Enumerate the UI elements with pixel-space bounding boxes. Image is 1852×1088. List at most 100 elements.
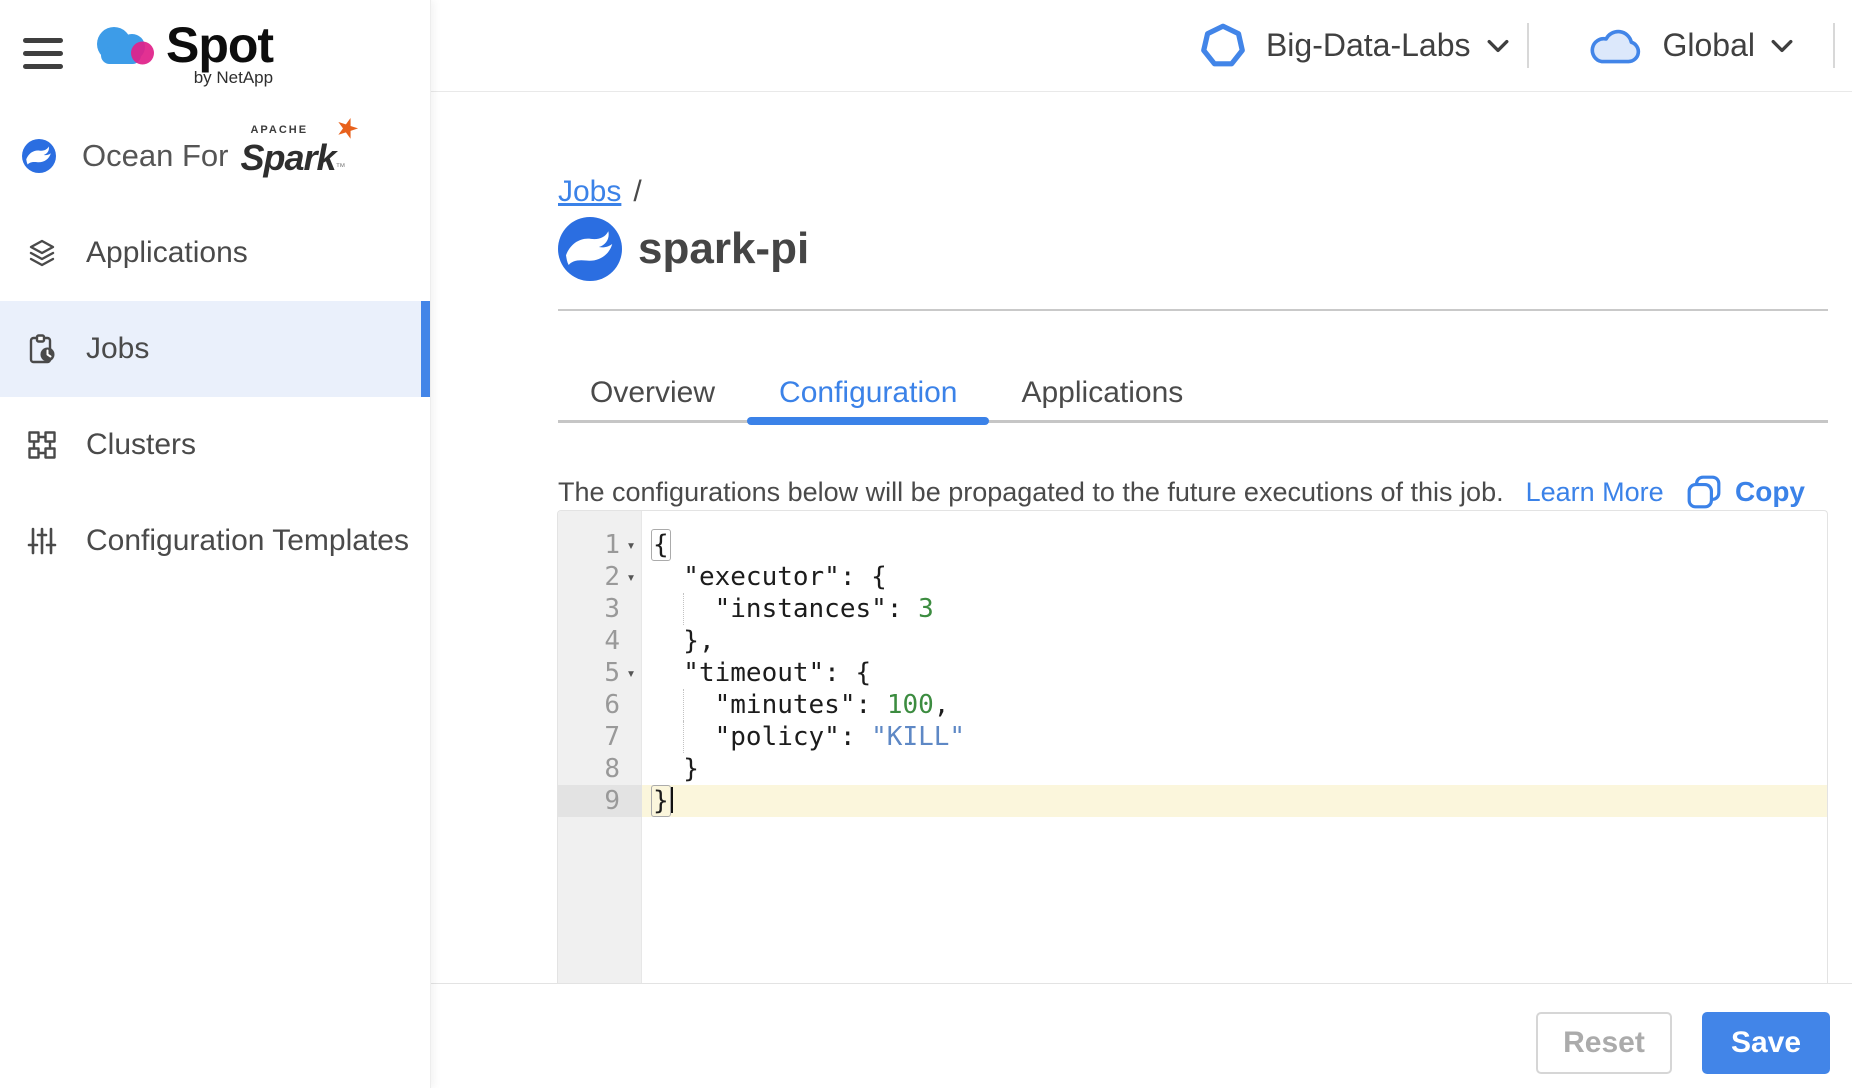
code-token: }, (652, 626, 715, 656)
line-number-cell: 6 (558, 689, 642, 721)
line-number-cell: 1▾ (558, 529, 642, 561)
sidebar-item-applications[interactable]: Applications (0, 205, 430, 301)
spark-wordmark: Spark (240, 137, 335, 178)
sidebar-item-label: Configuration Templates (86, 524, 409, 558)
code-line-content: } (642, 753, 1827, 785)
configuration-description-row: The configurations below will be propaga… (558, 474, 1828, 510)
tab-configuration[interactable]: Configuration (747, 376, 989, 420)
fold-toggle-icon[interactable]: ▾ (620, 529, 642, 561)
editor-line-5[interactable]: 5▾ "timeout": { (558, 657, 1827, 689)
code-token: "executor": { (652, 562, 887, 592)
active-item-indicator (421, 301, 430, 397)
header-divider (1833, 23, 1835, 68)
code-token: "policy": (652, 722, 871, 752)
copy-icon (1686, 474, 1722, 510)
line-number: 3 (604, 593, 620, 625)
code-token: "minutes": (652, 690, 887, 720)
editor-line-3[interactable]: 3 "instances": 3 (558, 593, 1827, 625)
scope-name: Global (1663, 27, 1756, 64)
line-number: 9 (604, 785, 620, 817)
breadcrumb: Jobs / (558, 175, 642, 209)
line-number-cell: 8 (558, 753, 642, 785)
line-number: 4 (604, 625, 620, 657)
sidebar-item-label: Jobs (86, 332, 149, 366)
organization-selector[interactable]: Big-Data-Labs (1198, 21, 1509, 71)
spot-byline: by NetApp (194, 68, 273, 88)
sidebar: Spot by NetApp Ocean For APACHE Spark™ ★… (0, 0, 431, 1088)
ocean-icon (558, 217, 622, 281)
chevron-down-icon (1771, 39, 1793, 53)
chevron-down-icon (1487, 39, 1509, 53)
line-number-cell: 5▾ (558, 657, 642, 689)
code-line-content: "instances": 3 (642, 593, 1827, 625)
editor-line-7[interactable]: 7 "policy": "KILL" (558, 721, 1827, 753)
main-area: Big-Data-Labs Global Jobs / (430, 0, 1852, 1088)
code-token: 100 (887, 690, 934, 720)
line-number: 8 (604, 753, 620, 785)
ocean-for-spark-logo: Ocean For APACHE Spark™ ★ (22, 134, 346, 178)
line-number-cell: 4 (558, 625, 642, 657)
editor-lines: 1▾{2▾ "executor": {3 "instances": 34 },5… (558, 529, 1827, 817)
code-token: } (652, 754, 699, 784)
sidebar-item-label: Applications (86, 236, 248, 270)
line-number: 7 (604, 721, 620, 753)
code-token: "instances": (652, 594, 918, 624)
spark-star-icon: ★ (332, 112, 363, 145)
matched-bracket: } (651, 785, 671, 817)
fold-toggle-icon[interactable]: ▾ (620, 561, 642, 593)
sidebar-nav: Applications Jobs Clusters Configuration Te… (0, 205, 430, 589)
sidebar-item-label: Clusters (86, 428, 196, 462)
sidebar-item-jobs[interactable]: Jobs (0, 301, 430, 397)
line-number: 1 (604, 529, 620, 561)
code-token: "KILL" (871, 722, 965, 752)
top-header: Big-Data-Labs Global (430, 0, 1852, 92)
editor-line-2[interactable]: 2▾ "executor": { (558, 561, 1827, 593)
tab-bar: OverviewConfigurationApplications (558, 376, 1828, 423)
tab-overview[interactable]: Overview (558, 376, 747, 420)
sidebar-item-clusters[interactable]: Clusters (0, 397, 430, 493)
code-line-content: "executor": { (642, 561, 1827, 593)
matched-bracket: { (651, 529, 671, 561)
title-divider (558, 309, 1828, 311)
apache-label: APACHE (250, 124, 308, 136)
editor-line-4[interactable]: 4 }, (558, 625, 1827, 657)
clipboard-clock-icon (26, 333, 58, 365)
breadcrumb-separator: / (633, 175, 641, 208)
editor-line-1[interactable]: 1▾ { (558, 529, 1827, 561)
line-number: 5 (604, 657, 620, 689)
reset-button[interactable]: Reset (1536, 1012, 1672, 1074)
code-line-content: }, (642, 625, 1827, 657)
code-line-content: { (642, 529, 1827, 561)
line-number-cell: 9 (558, 785, 642, 817)
json-config-editor[interactable]: 1▾{2▾ "executor": {3 "instances": 34 },5… (557, 510, 1828, 984)
spot-wordmark: Spot (166, 18, 273, 72)
spot-logo: Spot by NetApp (90, 18, 273, 88)
code-line-content: "timeout": { (642, 657, 1827, 689)
sliders-icon (26, 525, 58, 557)
save-button[interactable]: Save (1702, 1012, 1830, 1074)
organization-name: Big-Data-Labs (1266, 27, 1471, 64)
spot-cloud-icon (90, 18, 160, 75)
line-number-cell: 3 (558, 593, 642, 625)
heptagon-icon (1198, 21, 1248, 71)
code-line-content: "minutes": 100, (642, 689, 1827, 721)
editor-line-6[interactable]: 6 "minutes": 100, (558, 689, 1827, 721)
header-divider (1527, 23, 1529, 68)
copy-button[interactable]: Copy (1686, 474, 1805, 510)
scope-selector[interactable]: Global (1587, 25, 1794, 67)
text-cursor (671, 787, 673, 813)
page-title: spark-pi (638, 224, 809, 274)
line-number: 6 (604, 689, 620, 721)
clusters-icon (26, 429, 58, 461)
trademark: ™ (336, 162, 346, 173)
fold-toggle-icon[interactable]: ▾ (620, 657, 642, 689)
editor-line-8[interactable]: 8 } (558, 753, 1827, 785)
line-number-cell: 2▾ (558, 561, 642, 593)
ocean-icon (22, 139, 56, 173)
sidebar-item-configuration-templates[interactable]: Configuration Templates (0, 493, 430, 589)
breadcrumb-jobs-link[interactable]: Jobs (558, 175, 621, 208)
learn-more-link[interactable]: Learn More (1526, 477, 1664, 508)
menu-toggle-icon[interactable] (23, 38, 63, 69)
tab-applications[interactable]: Applications (989, 376, 1215, 420)
editor-line-9[interactable]: 9} (558, 785, 1827, 817)
